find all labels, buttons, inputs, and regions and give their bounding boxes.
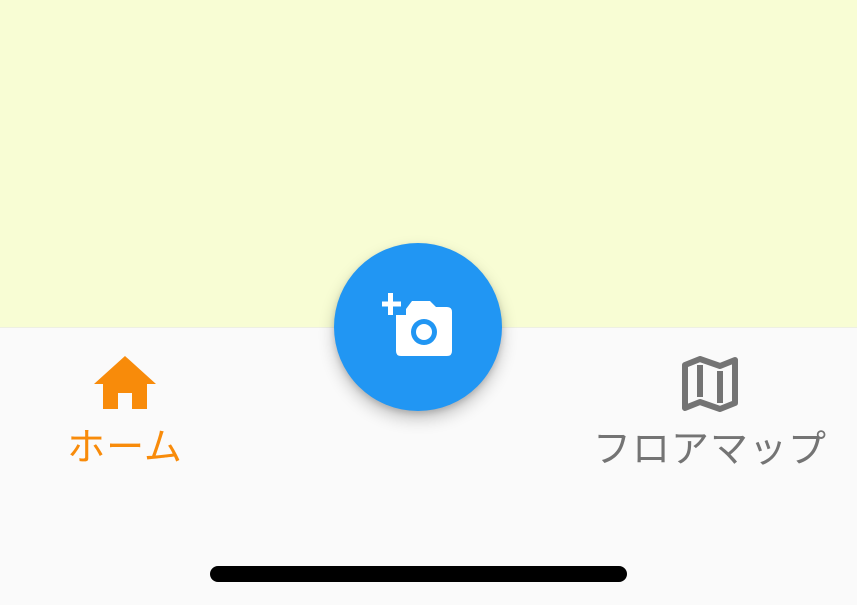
home-icon — [94, 356, 156, 410]
tab-home-label: ホーム — [67, 425, 183, 469]
tab-home[interactable]: ホーム — [54, 356, 196, 470]
tab-floor-map-label: フロアマップ — [593, 427, 828, 471]
add-a-photo-icon — [380, 293, 454, 361]
add-photo-fab-button[interactable] — [334, 243, 502, 411]
home-indicator[interactable] — [210, 566, 627, 582]
map-icon — [682, 356, 738, 412]
tab-floor-map[interactable]: フロアマップ — [593, 356, 828, 472]
